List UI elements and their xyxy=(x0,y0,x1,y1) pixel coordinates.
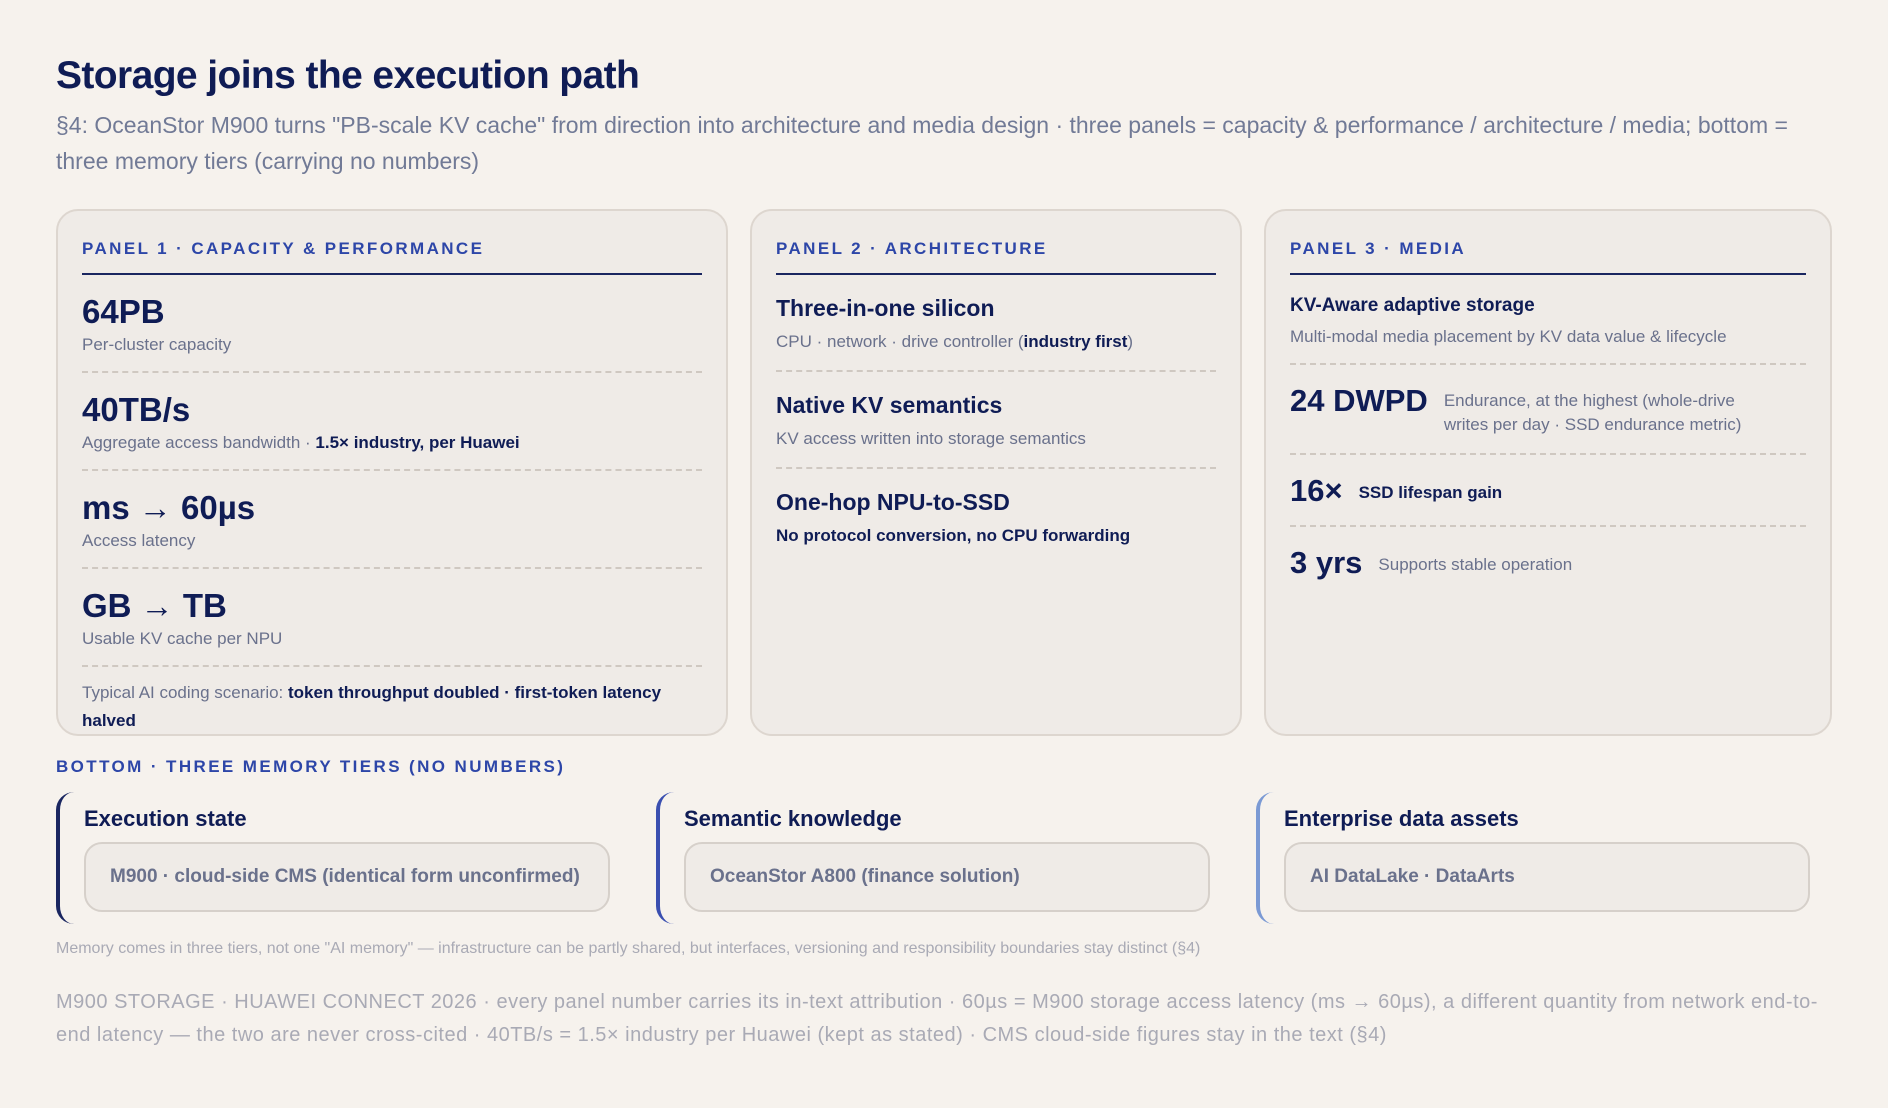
tier-title: Enterprise data assets xyxy=(1284,806,1519,831)
tiers-footnote: Memory comes in three tiers, not one "AI… xyxy=(56,940,1201,957)
metric-capacity: 64PB Per-cluster capacity xyxy=(82,275,702,373)
arch-sub-strong: industry first xyxy=(1023,332,1128,351)
metric-label: Per-cluster capacity xyxy=(82,335,232,354)
media-row-dwpd: 24 DWPD Endurance, at the highest (whole… xyxy=(1290,365,1806,455)
metric-label: Usable KV cache per NPU xyxy=(82,629,283,648)
arch-title: Native KV semantics xyxy=(776,392,1003,418)
metric-bandwidth: 40TB/s Aggregate access bandwidth · 1.5×… xyxy=(82,373,702,471)
metric-label-strong: 1.5× industry, per Huawei xyxy=(315,433,520,452)
arch-item-silicon: Three-in-one silicon CPU · network · dri… xyxy=(776,275,1216,372)
panel-heading: PANEL 2 · ARCHITECTURE xyxy=(776,229,1216,275)
arch-sub-end: ) xyxy=(1127,332,1134,351)
media-value: 3 yrs xyxy=(1290,545,1363,580)
media-row-lifespan: 16× SSD lifespan gain xyxy=(1290,455,1806,527)
arch-sub: No protocol conversion, no CPU forwardin… xyxy=(776,526,1131,545)
metric-value: 64PB xyxy=(82,293,165,330)
metric-label-text: Aggregate access bandwidth · xyxy=(82,433,316,452)
media-value: 24 DWPD xyxy=(1290,383,1428,418)
media-label: Endurance, at the highest (whole-drive w… xyxy=(1443,391,1742,434)
media-intro-sub: Multi-modal media placement by KV data v… xyxy=(1290,327,1727,346)
panel-architecture: PANEL 2 · ARCHITECTURE Three-in-one sili… xyxy=(750,209,1242,736)
tier-box: M900 · cloud-side CMS (identical form un… xyxy=(84,842,610,912)
bottom-heading: BOTTOM · THREE MEMORY TIERS (NO NUMBERS) xyxy=(56,757,566,776)
arch-title: One-hop NPU-to-SSD xyxy=(776,489,1010,515)
media-label: Supports stable operation xyxy=(1378,555,1573,574)
arch-sub: CPU · network · drive controller (indust… xyxy=(776,332,1216,352)
arch-sub-text: CPU · network · drive controller ( xyxy=(776,332,1024,351)
metric-label: Access latency xyxy=(82,531,196,550)
tier-box: OceanStor A800 (finance solution) xyxy=(684,842,1210,912)
tier-execution-state: Execution state M900 · cloud-side CMS (i… xyxy=(56,792,612,924)
page-title: Storage joins the execution path xyxy=(56,54,640,97)
media-value: 16× xyxy=(1290,473,1343,508)
page-subtitle: §4: OceanStor M900 turns "PB-scale KV ca… xyxy=(56,112,1788,174)
metric-value: 40TB/s xyxy=(82,391,191,428)
panel-capacity-performance: PANEL 1 · CAPACITY & PERFORMANCE 64PB Pe… xyxy=(56,209,728,736)
media-label: SSD lifespan gain xyxy=(1358,483,1503,502)
tier-enterprise-data: Enterprise data assets AI DataLake · Dat… xyxy=(1256,792,1812,924)
media-intro: KV-Aware adaptive storage Multi-modal me… xyxy=(1290,275,1806,365)
panel-heading: PANEL 3 · MEDIA xyxy=(1290,229,1806,275)
media-intro-title: KV-Aware adaptive storage xyxy=(1290,295,1535,316)
metric-value: ms → 60µs xyxy=(82,489,256,526)
metric-value: GB → TB xyxy=(82,587,227,624)
arch-item-kv-semantics: Native KV semantics KV access written in… xyxy=(776,372,1216,469)
metric-kv-cache: GB → TB Usable KV cache per NPU xyxy=(82,569,702,667)
media-row-years: 3 yrs Supports stable operation xyxy=(1290,527,1806,597)
panel-heading: PANEL 1 · CAPACITY & PERFORMANCE xyxy=(82,229,702,275)
tier-box: AI DataLake · DataArts xyxy=(1284,842,1810,912)
arch-item-one-hop: One-hop NPU-to-SSD No protocol conversio… xyxy=(776,469,1216,564)
metric-latency: ms → 60µs Access latency xyxy=(82,471,702,569)
panel-media: PANEL 3 · MEDIA KV-Aware adaptive storag… xyxy=(1264,209,1832,736)
tier-semantic-knowledge: Semantic knowledge OceanStor A800 (finan… xyxy=(656,792,1212,924)
metric-label: Aggregate access bandwidth · 1.5× indust… xyxy=(82,433,702,453)
arch-title: Three-in-one silicon xyxy=(776,295,995,321)
tier-title: Semantic knowledge xyxy=(684,806,902,831)
tier-title: Execution state xyxy=(84,806,247,831)
scenario-note-prefix: Typical AI coding scenario: xyxy=(82,683,289,702)
footer-note: M900 STORAGE · HUAWEI CONNECT 2026 · eve… xyxy=(56,991,1818,1046)
arch-sub: KV access written into storage semantics xyxy=(776,429,1086,448)
scenario-note: Typical AI coding scenario: token throug… xyxy=(82,667,702,735)
